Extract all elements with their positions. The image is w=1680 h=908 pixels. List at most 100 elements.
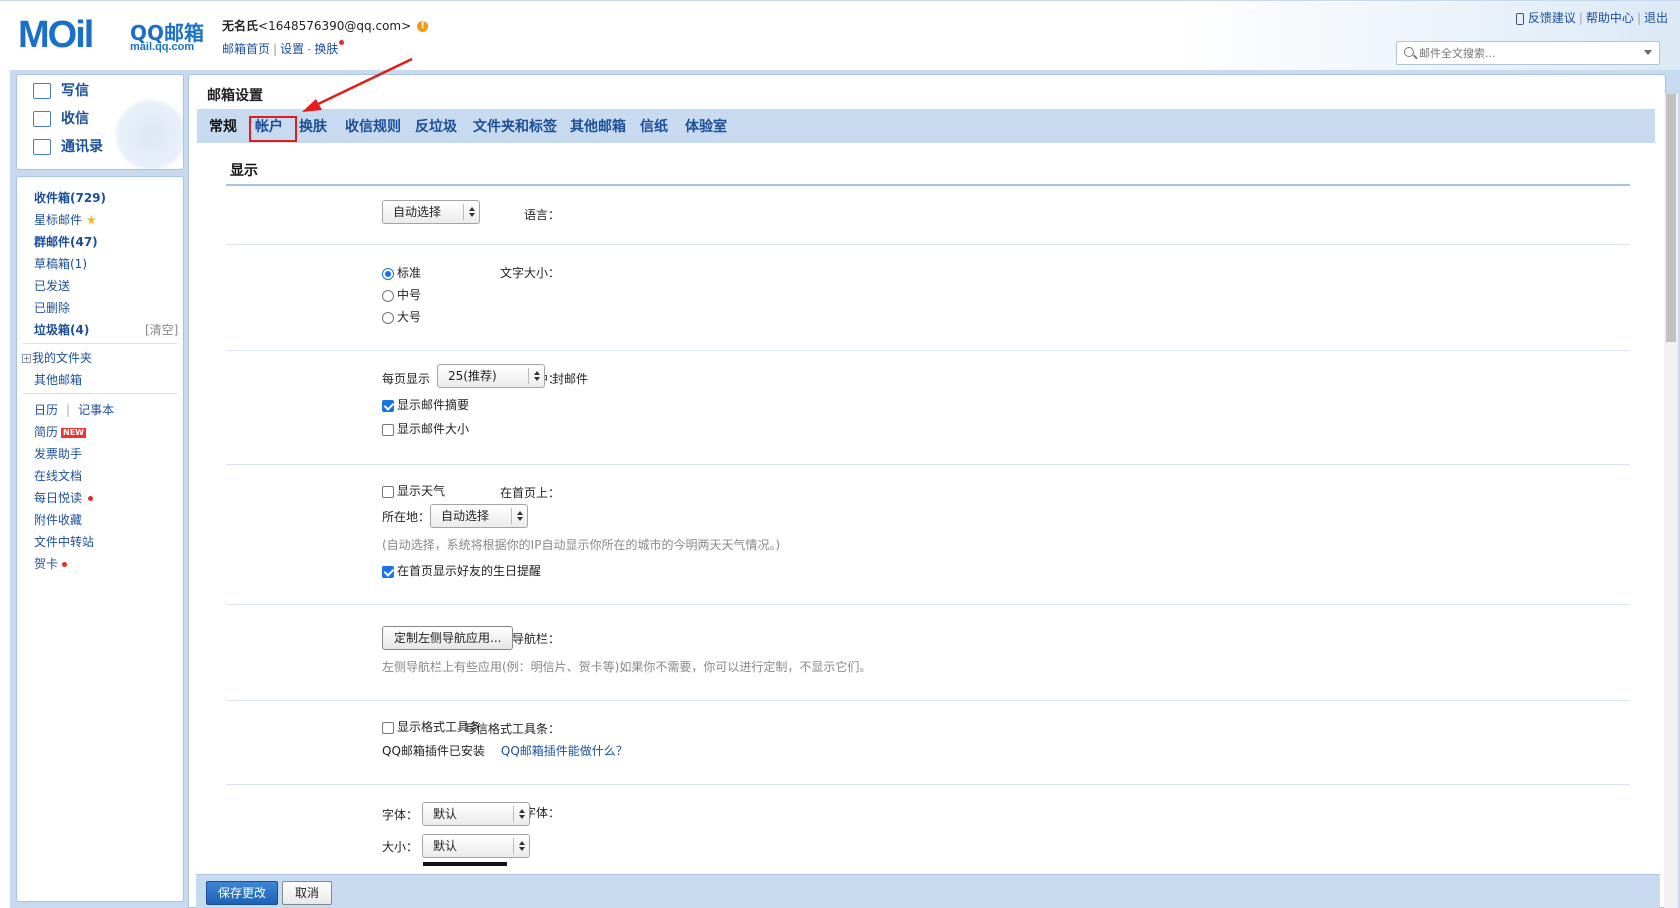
receive-icon <box>33 111 51 127</box>
sidebar-item-starred[interactable]: 星标邮件 ★ <box>34 211 97 228</box>
per-page-select[interactable]: 25(推荐) <box>437 364 545 388</box>
search-icon <box>1404 47 1414 57</box>
tab-lab[interactable]: 体验室 <box>685 117 727 137</box>
tab-antispam[interactable]: 反垃圾 <box>415 117 457 137</box>
sidebar-item-spam[interactable]: 垃圾箱(4) <box>34 321 89 338</box>
settings-content: 显示 语言： 自动选择 文字大小： 标准 中号 大号 在邮件列表中： 每页显示 … <box>200 144 1624 864</box>
new-badge: NEW <box>61 428 86 438</box>
notebook-link[interactable]: 记事本 <box>78 403 114 417</box>
logout-link[interactable]: 退出 <box>1644 11 1668 25</box>
cancel-button[interactable]: 取消 <box>282 881 332 905</box>
sidebar-item-attachments[interactable]: 附件收藏 <box>34 511 82 528</box>
location-select[interactable]: 自动选择 <box>430 504 528 528</box>
birthday-checkbox[interactable]: 在首页显示好友的生日提醒 <box>382 562 541 579</box>
font-face-label: 字体： <box>382 806 418 823</box>
notification-dot <box>62 562 67 567</box>
fontsize-medium-radio[interactable]: 中号 <box>382 286 421 303</box>
save-button[interactable]: 保存更改 <box>206 881 278 905</box>
font-face-select[interactable]: 默认 <box>422 802 530 826</box>
compose-icon <box>33 83 51 99</box>
per-page-prefix: 每页显示 <box>382 370 430 387</box>
radio-icon <box>382 312 394 324</box>
resume-label: 简历 <box>34 425 58 439</box>
tab-folders-labels[interactable]: 文件夹和标签 <box>473 117 557 137</box>
contacts-label: 通讯录 <box>61 139 103 155</box>
receive-button[interactable]: 收信 <box>33 107 89 131</box>
sidebar-item-deleted[interactable]: 已删除 <box>34 299 70 316</box>
section-divider <box>226 184 1630 186</box>
language-label: 语言： <box>524 206 560 223</box>
mail-home-link[interactable]: 邮箱首页 <box>222 42 270 56</box>
sidebar-item-docs[interactable]: 在线文档 <box>34 467 82 484</box>
starred-label: 星标邮件 <box>34 213 82 227</box>
vertical-scrollbar[interactable] <box>1664 94 1678 908</box>
tab-general[interactable]: 常规 <box>209 117 237 137</box>
divider <box>23 343 177 344</box>
show-weather-label: 显示天气 <box>397 484 445 498</box>
fontsize-large-radio[interactable]: 大号 <box>382 308 421 325</box>
sidebar-item-daily[interactable]: 每日悦读 <box>34 489 93 506</box>
language-select[interactable]: 自动选择 <box>382 200 480 224</box>
contacts-button[interactable]: 通讯录 <box>33 135 103 159</box>
divider <box>226 604 1630 605</box>
sidebar-item-resume[interactable]: 简历NEW <box>34 423 86 440</box>
search-input[interactable] <box>1419 44 1639 62</box>
show-size-checkbox[interactable]: 显示邮件大小 <box>382 420 469 437</box>
settings-link[interactable]: 设置 <box>280 42 304 56</box>
show-toolbar-checkbox[interactable]: 显示格式工具条 <box>382 718 481 735</box>
sidebar-item-inbox[interactable]: 收件箱(729) <box>34 189 106 206</box>
sidebar-item-my-folders[interactable]: +我的文件夹 <box>22 349 92 366</box>
tab-stationery[interactable]: 信纸 <box>640 117 668 137</box>
help-link[interactable]: 帮助中心 <box>1586 11 1634 25</box>
notification-dot <box>339 40 344 45</box>
show-toolbar-label: 显示格式工具条 <box>397 720 481 734</box>
show-summary-checkbox[interactable]: 显示邮件摘要 <box>382 396 469 413</box>
location-label: 所在地： <box>382 508 430 525</box>
calendar-link[interactable]: 日历 <box>34 403 58 417</box>
chevron-updown-icon <box>513 838 529 854</box>
sidebar-item-group[interactable]: 群邮件(47) <box>34 233 98 250</box>
header: MOil QQ邮箱 mail.qq.com 无名氏<1648576390@qq.… <box>0 0 1680 72</box>
search-dropdown-icon[interactable] <box>1644 50 1652 55</box>
qq-mail-logo[interactable]: MOil QQ邮箱 mail.qq.com <box>18 15 208 55</box>
plugin-info-link[interactable]: QQ邮箱插件能做什么？ <box>501 744 628 758</box>
plugin-row: QQ邮箱插件已安装QQ邮箱插件能做什么？ <box>382 742 628 759</box>
sidebar-item-card[interactable]: 贺卡 <box>34 555 67 572</box>
font-color-swatch[interactable] <box>423 862 507 866</box>
search-box[interactable] <box>1396 41 1660 65</box>
customize-nav-button[interactable]: 定制左侧导航应用... <box>382 626 513 650</box>
sidebar-item-drafts[interactable]: 草稿箱(1) <box>34 255 87 272</box>
sidebar-item-sent[interactable]: 已发送 <box>34 277 70 294</box>
skin-link[interactable]: 换肤 <box>314 42 338 56</box>
chevron-updown-icon <box>513 806 529 822</box>
expand-icon[interactable]: + <box>22 354 31 363</box>
sidebar-item-other-mail[interactable]: 其他邮箱 <box>34 371 82 388</box>
sidebar-item-invoice[interactable]: 发票助手 <box>34 445 82 462</box>
clear-spam-link[interactable]: [清空] <box>145 321 178 338</box>
compose-label: 写信 <box>61 83 89 99</box>
chevron-updown-icon <box>463 204 479 220</box>
per-page-value: 25(推荐) <box>448 369 497 383</box>
home-label: 在首页上： <box>500 484 560 501</box>
compose-button[interactable]: 写信 <box>33 79 89 103</box>
star-icon: ★ <box>86 213 97 227</box>
show-weather-checkbox[interactable]: 显示天气 <box>382 482 445 499</box>
warning-icon[interactable]: ! <box>417 21 428 32</box>
tab-other-mail[interactable]: 其他邮箱 <box>570 117 626 137</box>
feedback-link[interactable]: 反馈建议 <box>1528 11 1576 25</box>
account-tab-highlight <box>249 116 297 142</box>
checkbox-icon <box>382 566 394 578</box>
fontsize-standard-radio[interactable]: 标准 <box>382 264 421 281</box>
tab-rules[interactable]: 收信规则 <box>345 117 401 137</box>
sidebar-item-transfer[interactable]: 文件中转站 <box>34 533 94 550</box>
font-size-select[interactable]: 默认 <box>422 834 530 858</box>
tab-skin[interactable]: 换肤 <box>299 117 327 137</box>
scrollbar-thumb[interactable] <box>1666 94 1676 342</box>
penguin-decoration <box>113 97 184 170</box>
logo-mark: MOil <box>18 15 92 55</box>
sidebar-folders: 收件箱(729) 星标邮件 ★ 群邮件(47) 草稿箱(1) 已发送 已删除 垃圾… <box>16 176 184 902</box>
fontsize-label: 文字大小： <box>500 264 560 281</box>
chevron-updown-icon <box>511 508 527 524</box>
logo-domain: mail.qq.com <box>130 41 194 53</box>
phone-icon[interactable] <box>1516 13 1524 25</box>
